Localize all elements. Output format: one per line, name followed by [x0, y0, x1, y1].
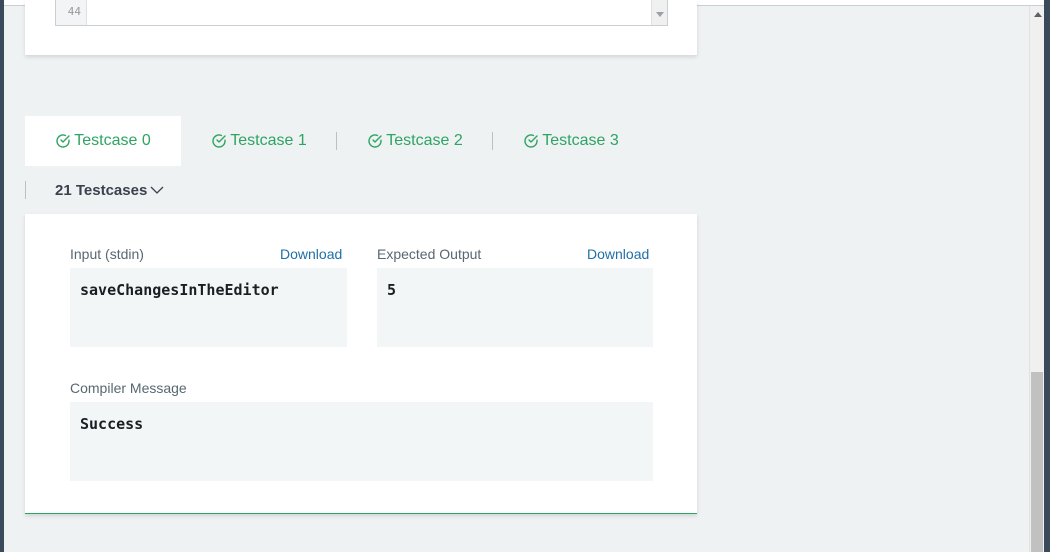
testcase-result-card: Input (stdin) Download saveChangesInTheE…	[25, 214, 697, 514]
editor-scrollbar[interactable]	[651, 0, 667, 25]
tab-testcase-0[interactable]: Testcase 0	[25, 116, 181, 166]
input-label: Input (stdin)	[70, 246, 144, 262]
line-number-gutter: 44	[56, 0, 87, 25]
expected-output-value: 5	[387, 281, 397, 299]
editor-card: 44	[25, 0, 697, 55]
line-number: 44	[67, 5, 81, 18]
tab-label: Testcase 3	[542, 132, 619, 149]
input-value: saveChangesInTheEditor	[80, 281, 279, 299]
expected-output-box: 5	[377, 268, 653, 347]
compiler-message-value: Success	[80, 415, 144, 433]
window-right-edge	[1044, 0, 1050, 552]
tab-label: Testcase 0	[74, 132, 151, 149]
input-download-link[interactable]: Download	[280, 246, 342, 262]
check-circle-icon	[368, 134, 382, 148]
tab-label: Testcase 1	[230, 132, 307, 149]
scroll-up-arrow-icon[interactable]	[1034, 12, 1042, 17]
compiler-message-box: Success	[70, 402, 653, 481]
tab-testcase-3[interactable]: Testcase 3	[493, 116, 649, 166]
check-circle-icon	[212, 134, 226, 148]
tab-separator	[492, 132, 493, 150]
tab-separator	[336, 132, 337, 150]
testcases-dropdown[interactable]: 21 Testcases	[55, 179, 164, 201]
tab-testcase-1[interactable]: Testcase 1	[181, 116, 337, 166]
compiler-message-label: Compiler Message	[70, 380, 187, 396]
tab-label: Testcase 2	[386, 132, 463, 149]
expected-output-label: Expected Output	[377, 246, 482, 262]
testcases-dropdown-label: 21 Testcases	[55, 181, 148, 199]
scroll-down-arrow-icon[interactable]	[656, 12, 664, 17]
tab-testcase-2[interactable]: Testcase 2	[337, 116, 493, 166]
chevron-down-icon	[150, 186, 164, 194]
testcase-tabs: Testcase 0 Testcase 1 Testcase 2 Testcas…	[25, 116, 665, 166]
check-circle-icon	[524, 134, 538, 148]
expected-output-download-link[interactable]: Download	[587, 246, 649, 262]
scrollbar-thumb[interactable]	[1031, 372, 1043, 552]
window-left-edge	[0, 0, 4, 552]
input-value-box: saveChangesInTheEditor	[70, 268, 347, 347]
page-scrollbar[interactable]	[1029, 6, 1044, 552]
code-editor[interactable]: 44	[55, 0, 668, 26]
check-circle-icon	[56, 134, 70, 148]
side-divider	[25, 181, 26, 199]
